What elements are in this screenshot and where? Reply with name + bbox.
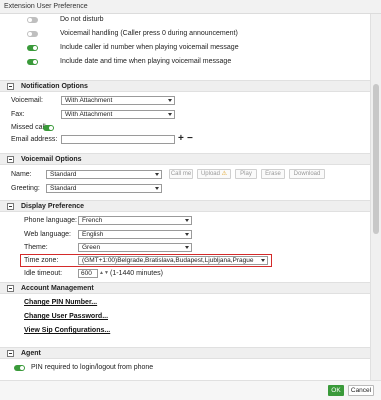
email-address-label: Email address: [11, 136, 58, 143]
agent-title: Agent [21, 350, 41, 357]
voicemail-name-select[interactable]: Standard [46, 170, 162, 179]
voicemail-label: Voicemail: [11, 97, 43, 104]
timezone-select-value: (GMT+1:00)Belgrade,Bratislava,Budapest,L… [82, 257, 254, 264]
greeting-label: Greeting: [11, 185, 40, 192]
missed-call-toggle[interactable] [43, 125, 54, 131]
fax-select[interactable]: With Attachment [61, 110, 175, 119]
pin-required-label: PIN required to login/logout from phone [31, 364, 154, 371]
notification-options-title: Notification Options [21, 83, 88, 90]
ok-button[interactable]: OK [328, 385, 344, 396]
email-address-input[interactable] [61, 135, 175, 144]
chevron-down-icon [185, 219, 189, 222]
chevron-down-icon [155, 173, 159, 176]
missed-call-label: Missed call [11, 124, 46, 131]
chevron-down-icon [185, 233, 189, 236]
agent-header[interactable]: Agent [0, 347, 370, 359]
include-caller-id-label: Include caller id number when playing vo… [60, 44, 239, 51]
chevron-down-icon [168, 99, 172, 102]
fax-select-value: With Attachment [65, 111, 113, 118]
chevron-down-icon [261, 259, 265, 262]
dialog-footer [0, 380, 381, 400]
collapse-icon[interactable] [7, 285, 14, 292]
theme-select-value: Green [82, 244, 101, 251]
account-management-title: Account Management [21, 285, 94, 292]
collapse-icon[interactable] [7, 156, 14, 163]
name-label: Name: [11, 171, 32, 178]
upload-button[interactable]: Upload ⚠ [197, 169, 231, 179]
notification-options-header[interactable]: Notification Options [0, 80, 370, 92]
web-language-label: Web language: [24, 231, 71, 238]
play-button[interactable]: Play [235, 169, 257, 179]
phone-language-label: Phone language: [24, 217, 77, 224]
display-preference-title: Display Preference [21, 203, 85, 210]
upload-button-label: Upload [200, 171, 220, 177]
add-email-icon[interactable]: + [178, 133, 184, 144]
voicemail-name-value: Standard [50, 171, 77, 178]
collapse-icon[interactable] [7, 83, 14, 90]
chevron-down-icon [155, 187, 159, 190]
remove-email-icon[interactable]: − [187, 133, 193, 144]
do-not-disturb-label: Do not disturb [60, 16, 104, 23]
web-language-select[interactable]: English [78, 230, 192, 239]
vertical-scrollbar[interactable] [370, 14, 381, 380]
idle-timeout-hint: (1-1440 minutes) [110, 270, 163, 277]
account-management-header[interactable]: Account Management [0, 282, 370, 294]
include-date-time-label: Include date and time when playing voice… [60, 58, 232, 65]
collapse-icon[interactable] [7, 350, 14, 357]
voicemail-handling-toggle[interactable] [27, 31, 38, 37]
display-preference-header[interactable]: Display Preference [0, 200, 370, 212]
theme-label: Theme: [24, 244, 48, 251]
timezone-select[interactable]: (GMT+1:00)Belgrade,Bratislava,Budapest,L… [78, 256, 268, 265]
idle-timeout-input[interactable]: 600 [78, 269, 98, 278]
cancel-button[interactable]: Cancel [348, 385, 374, 396]
theme-select[interactable]: Green [78, 243, 192, 252]
do-not-disturb-toggle[interactable] [27, 17, 38, 23]
include-date-time-toggle[interactable] [27, 59, 38, 65]
scrollbar-thumb[interactable] [373, 84, 379, 234]
view-sip-link[interactable]: View Sip Configurations... [24, 327, 110, 334]
warning-icon: ⚠ [221, 171, 228, 177]
window-title: Extension User Preference [0, 0, 381, 14]
pin-required-toggle[interactable] [14, 365, 25, 371]
timezone-label: Time zone: [24, 257, 59, 264]
voicemail-select-value: With Attachment [65, 97, 113, 104]
preferences-panel: Do not disturb Voicemail handling (Calle… [0, 14, 370, 380]
phone-language-select[interactable]: French [78, 216, 192, 225]
voicemail-options-title: Voicemail Options [21, 156, 82, 163]
include-caller-id-toggle[interactable] [27, 45, 38, 51]
voicemail-select[interactable]: With Attachment [61, 96, 175, 105]
web-language-value: English [82, 231, 104, 238]
idle-stepper-icon[interactable]: ▲▼ [99, 270, 109, 276]
erase-button[interactable]: Erase [261, 169, 285, 179]
change-password-link[interactable]: Change User Password... [24, 313, 108, 320]
idle-timeout-label: Idle timeout: [24, 270, 63, 277]
greeting-select-value: Standard [50, 185, 77, 192]
fax-label: Fax: [11, 111, 25, 118]
download-button[interactable]: Download [289, 169, 325, 179]
change-pin-link[interactable]: Change PIN Number... [24, 299, 97, 306]
phone-language-value: French [82, 217, 103, 224]
greeting-select[interactable]: Standard [46, 184, 162, 193]
voicemail-handling-label: Voicemail handling (Caller press 0 durin… [60, 30, 238, 37]
chevron-down-icon [168, 113, 172, 116]
call-me-button[interactable]: Call me [169, 169, 193, 179]
collapse-icon[interactable] [7, 203, 14, 210]
voicemail-options-header[interactable]: Voicemail Options [0, 153, 370, 165]
chevron-down-icon [185, 246, 189, 249]
